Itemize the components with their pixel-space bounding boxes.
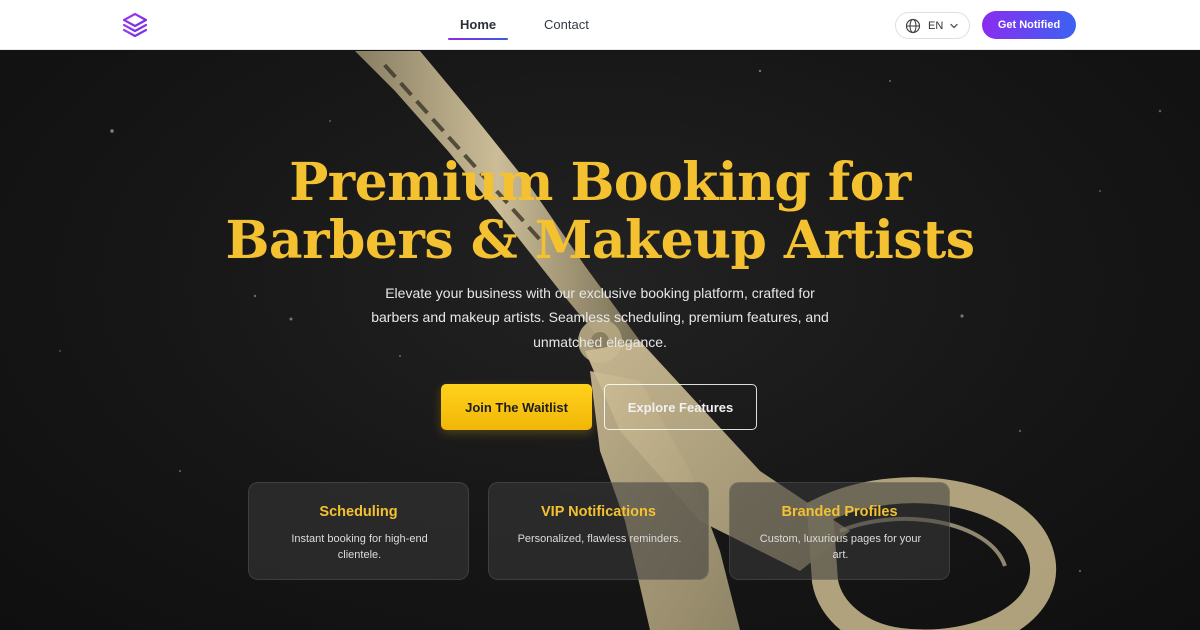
language-code: EN: [928, 20, 944, 32]
layers-icon[interactable]: [121, 11, 149, 39]
feature-card-title: Branded Profiles: [781, 504, 898, 520]
nav-link-contact[interactable]: Contact: [544, 17, 589, 32]
hero-description-line-2: barbers and makeup artists. Seamless sch…: [371, 309, 829, 325]
hero-title-line-2: Barbers & Makeup Artists: [225, 210, 975, 271]
top-navbar: Home Contact EN Get Notified: [0, 0, 1200, 50]
feature-card-description: Personalized, flawless reminders.: [517, 533, 682, 545]
feature-card-title: Scheduling: [319, 504, 398, 520]
feature-card-description: art.: [832, 549, 849, 561]
feature-card-branded-profiles: Branded Profiles Custom, luxurious pages…: [729, 482, 950, 580]
feature-card-scheduling: Scheduling Instant booking for high-end …: [248, 482, 469, 580]
get-notified-button[interactable]: Get Notified: [982, 11, 1076, 39]
hero-title-line-1: Premium Booking for: [289, 152, 911, 213]
feature-card-vip-notifications: VIP Notifications Personalized, flawless…: [488, 482, 709, 580]
nav-link-home[interactable]: Home: [460, 17, 496, 32]
hero-description-line-3: unmatched elegance.: [533, 334, 667, 350]
chevron-down-icon: [950, 23, 958, 29]
feature-card-title: VIP Notifications: [541, 504, 656, 520]
feature-card-description: clientele.: [337, 549, 382, 561]
feature-card-description: Instant booking for high-end: [291, 533, 428, 545]
explore-features-button[interactable]: Explore Features: [604, 384, 757, 430]
hero-description-line-1: Elevate your business with our exclusive…: [385, 285, 815, 301]
language-selector[interactable]: EN: [895, 12, 970, 39]
feature-card-description: Custom, luxurious pages for your: [759, 533, 922, 545]
join-waitlist-button[interactable]: Join The Waitlist: [441, 384, 592, 430]
active-nav-indicator: [448, 38, 508, 40]
globe-icon: [905, 18, 921, 34]
